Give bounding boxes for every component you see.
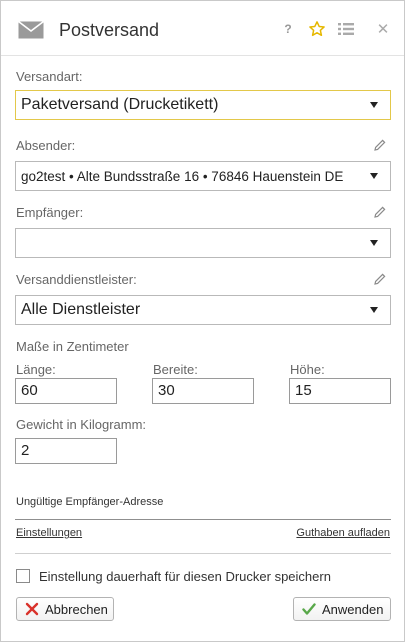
recipient-label: Empfänger: — [16, 205, 84, 220]
postversand-dialog: Postversand ? ✕ Versandart: Paketversand — [0, 0, 405, 642]
height-label: Höhe: — [290, 362, 325, 377]
apply-button[interactable]: Anwenden — [293, 597, 391, 621]
sender-value: go2test • Alte Bundsstraße 16 • 76846 Ha… — [21, 168, 344, 184]
weight-label: Gewicht in Kilogramm: — [16, 417, 147, 432]
star-shape — [309, 21, 325, 37]
shipping-type-value: Paketversand (Drucketikett) — [21, 96, 219, 113]
provider-select[interactable]: Alle Dienstleister — [15, 295, 391, 325]
dimensions-heading: Maße in Zentimeter — [16, 339, 129, 354]
weight-input[interactable]: 2 — [15, 438, 117, 464]
length-input[interactable]: 60 — [15, 378, 117, 404]
close-glyph: ✕ — [376, 21, 390, 38]
list-shape — [338, 23, 354, 35]
help-glyph: ? — [284, 22, 292, 36]
close-icon[interactable]: ✕ — [372, 19, 394, 39]
settings-link[interactable]: Einstellungen — [16, 527, 82, 539]
list-icon[interactable] — [335, 19, 357, 39]
close-icon — [25, 602, 39, 616]
help-icon[interactable]: ? — [277, 19, 299, 39]
cancel-label: Abbrechen — [45, 601, 108, 617]
width-input[interactable]: 30 — [152, 378, 254, 404]
sender-label: Absender: — [16, 138, 76, 153]
save-printer-label[interactable]: Einstellung dauerhaft für diesen Drucker… — [39, 569, 331, 585]
check-icon — [302, 603, 316, 615]
pencil-icon[interactable] — [373, 138, 387, 152]
shipping-type-select[interactable]: Paketversand (Drucketikett) — [15, 90, 391, 120]
width-label: Bereite: — [153, 362, 198, 377]
provider-value: Alle Dienstleister — [21, 301, 141, 318]
shipping-type-label: Versandart: — [16, 69, 83, 84]
save-printer-checkbox[interactable] — [16, 569, 30, 583]
recipient-select[interactable] — [15, 228, 391, 258]
topup-link[interactable]: Guthaben aufladen — [296, 527, 390, 539]
pencil-icon[interactable] — [373, 272, 387, 286]
dialog-header: Postversand ? ✕ — [1, 1, 404, 56]
height-input[interactable]: 15 — [289, 378, 391, 404]
divider — [15, 553, 391, 554]
mail-icon — [18, 21, 44, 39]
pencil-icon[interactable] — [373, 205, 387, 219]
divider — [15, 519, 391, 520]
address-warning: Ungültige Empfänger-Adresse — [16, 496, 164, 508]
sender-select[interactable]: go2test • Alte Bundsstraße 16 • 76846 Ha… — [15, 161, 391, 191]
chevron-down-icon — [370, 240, 378, 246]
apply-label: Anwenden — [322, 601, 384, 617]
chevron-down-icon — [370, 173, 378, 179]
length-label: Länge: — [16, 362, 56, 377]
dialog-title: Postversand — [59, 20, 160, 40]
cancel-button[interactable]: Abbrechen — [16, 597, 114, 621]
provider-label: Versanddienstleister: — [16, 272, 137, 287]
chevron-down-icon — [370, 102, 378, 108]
chevron-down-icon — [370, 307, 378, 313]
star-icon[interactable] — [306, 19, 328, 39]
